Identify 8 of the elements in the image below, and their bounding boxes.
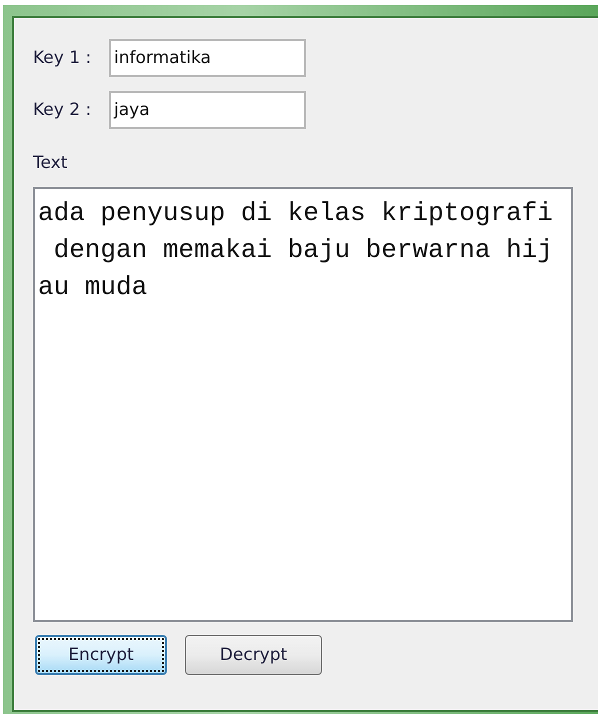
key-label: Key 1 : (33, 48, 92, 68)
key-field[interactable]: jaya (109, 91, 306, 129)
encrypt-button[interactable]: Encrypt (35, 635, 167, 675)
text-label: Text (33, 153, 68, 173)
decrypt-button[interactable]: Decrypt (185, 635, 322, 675)
key-field[interactable]: informatika (109, 39, 306, 77)
text-area[interactable]: ada penyusup di kelas kriptografi dengan memakai baju berwarna hij au muda (33, 187, 573, 622)
key-label: Key 2 : (33, 100, 92, 120)
